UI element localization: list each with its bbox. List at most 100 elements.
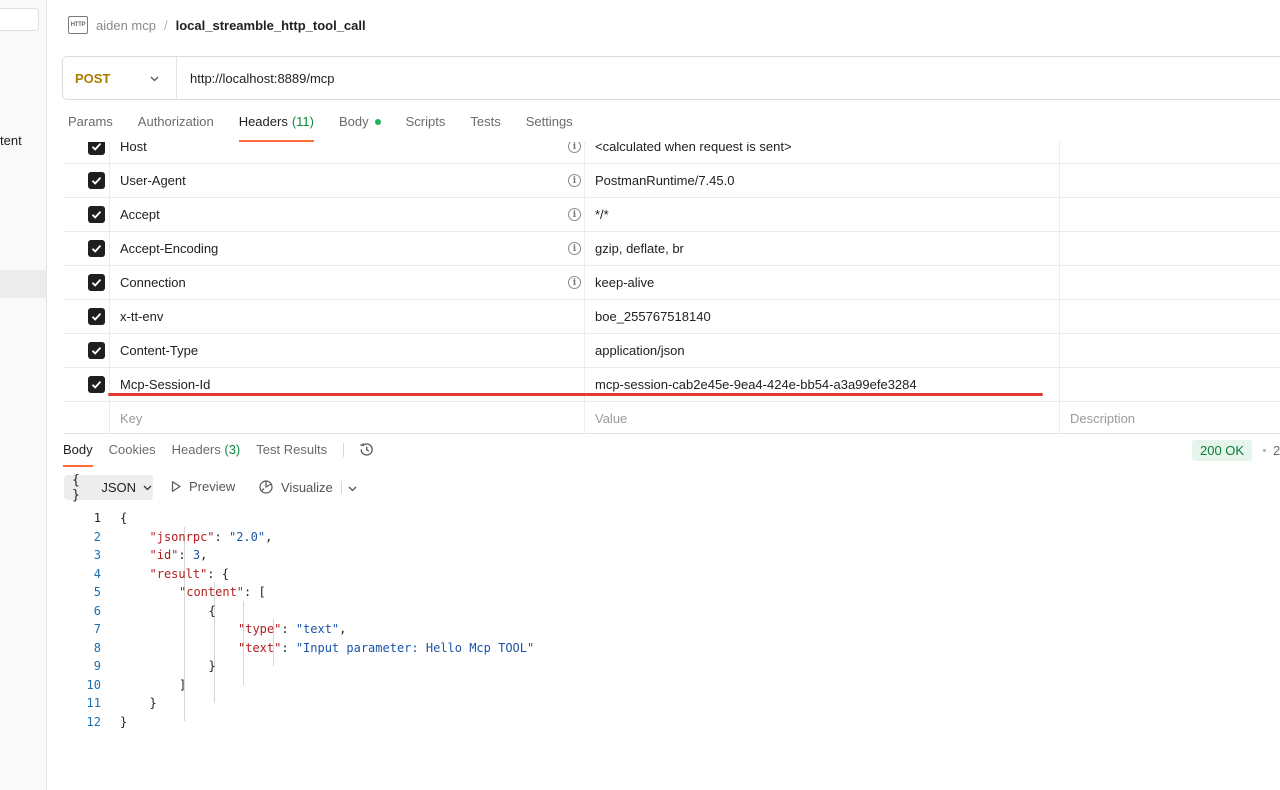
- header-value-cell[interactable]: PostmanRuntime/7.45.0: [585, 164, 1060, 197]
- format-select[interactable]: { } JSON: [64, 473, 153, 503]
- header-value-cell[interactable]: */*: [585, 198, 1060, 231]
- header-key-cell[interactable]: Host i: [110, 142, 585, 163]
- header-value-cell[interactable]: gzip, deflate, br: [585, 232, 1060, 265]
- header-description-cell[interactable]: [1060, 164, 1280, 197]
- json-punctuation: :: [178, 548, 193, 562]
- preview-button[interactable]: Preview: [170, 479, 235, 494]
- code-line: 8 "text": "Input parameter: Hello Mcp TOO…: [63, 639, 763, 658]
- code-line: 1{: [63, 509, 763, 528]
- info-icon[interactable]: i: [568, 208, 581, 221]
- header-row: Content-Type application/json: [63, 334, 1280, 368]
- json-key: "content": [179, 585, 245, 599]
- header-value-cell[interactable]: mcp-session-cab2e45e-9ea4-424e-bb54-a3a9…: [585, 368, 1060, 401]
- header-description-cell[interactable]: [1060, 300, 1280, 333]
- visualize-button[interactable]: Visualize: [258, 479, 333, 495]
- header-row: Accept i */*: [63, 198, 1280, 232]
- header-value-cell[interactable]: boe_255767518140: [585, 300, 1060, 333]
- header-value: mcp-session-cab2e45e-9ea4-424e-bb54-a3a9…: [595, 377, 917, 392]
- check-icon: [91, 210, 102, 219]
- header-enabled-checkbox[interactable]: [88, 206, 105, 223]
- header-value-cell[interactable]: application/json: [585, 334, 1060, 367]
- header-key-cell[interactable]: Accept-Encoding i: [110, 232, 585, 265]
- header-enabled-cell: [63, 368, 110, 401]
- header-key-cell[interactable]: User-Agent i: [110, 164, 585, 197]
- header-key-cell[interactable]: Key: [110, 402, 585, 433]
- tab-tests[interactable]: Tests: [470, 114, 500, 142]
- json-number: 3: [192, 548, 201, 562]
- header-value-cell[interactable]: Value: [585, 402, 1060, 433]
- header-key: Host: [120, 142, 147, 154]
- code-line: 5 "content": [: [63, 583, 763, 602]
- header-key-cell[interactable]: x-tt-env: [110, 300, 585, 333]
- tab-headers[interactable]: Headers (11): [238, 114, 315, 142]
- header-description-cell[interactable]: Description: [1060, 402, 1280, 433]
- description-placeholder: Description: [1070, 411, 1136, 426]
- tab-response-body[interactable]: Body: [63, 442, 93, 467]
- sidebar-item-label[interactable]: tent: [0, 133, 22, 148]
- tab-body[interactable]: Body: [339, 114, 381, 142]
- code-text: "type": "text",: [238, 620, 346, 639]
- json-punctuation: }: [120, 714, 128, 729]
- header-key-cell[interactable]: Connection i: [110, 266, 585, 299]
- info-icon[interactable]: i: [568, 276, 581, 289]
- code-line: 6{: [63, 602, 763, 621]
- breadcrumb: HTTP aiden mcp / local_streamble_http_to…: [68, 15, 366, 35]
- json-string: "2.0": [228, 529, 266, 544]
- header-enabled-checkbox[interactable]: [88, 376, 105, 393]
- method-select[interactable]: POST: [63, 57, 177, 99]
- tab-authorization[interactable]: Authorization: [138, 114, 214, 142]
- json-punctuation: ,: [339, 622, 347, 636]
- header-value: boe_255767518140: [595, 309, 711, 324]
- history-icon[interactable]: [358, 441, 375, 458]
- sidebar-search-input[interactable]: [0, 8, 39, 31]
- tab-settings[interactable]: Settings: [526, 114, 573, 142]
- sidebar: tent: [0, 0, 47, 790]
- code-text: }: [150, 694, 157, 713]
- headers-table: Host i <calculated when request is sent> Us…: [63, 142, 1280, 434]
- tab-test-results[interactable]: Test Results: [256, 442, 327, 467]
- info-icon[interactable]: i: [568, 242, 581, 255]
- header-description-cell[interactable]: [1060, 142, 1280, 163]
- header-description-cell[interactable]: [1060, 198, 1280, 231]
- header-enabled-checkbox[interactable]: [88, 172, 105, 189]
- header-enabled-checkbox[interactable]: [88, 274, 105, 291]
- sidebar-item-active[interactable]: [0, 270, 46, 298]
- info-icon[interactable]: i: [568, 142, 581, 153]
- header-value-cell[interactable]: keep-alive: [585, 266, 1060, 299]
- code-text: }: [209, 657, 216, 676]
- json-string: "Input parameter: Hello Mcp TOOL": [295, 640, 535, 655]
- json-punctuation: }: [149, 696, 157, 710]
- header-enabled-checkbox[interactable]: [88, 342, 105, 359]
- header-key: x-tt-env: [120, 309, 164, 324]
- header-enabled-checkbox[interactable]: [88, 142, 105, 155]
- tab-scripts[interactable]: Scripts: [406, 114, 446, 142]
- header-row: Connection i keep-alive: [63, 266, 1280, 300]
- header-description-cell[interactable]: [1060, 266, 1280, 299]
- body-modified-dot: [374, 119, 381, 125]
- header-value-cell[interactable]: <calculated when request is sent>: [585, 142, 1060, 163]
- tab-response-headers[interactable]: Headers (3): [172, 442, 241, 467]
- header-description-cell[interactable]: [1060, 334, 1280, 367]
- url-input[interactable]: http://localhost:8889/mcp: [177, 71, 335, 86]
- check-icon: [91, 176, 102, 185]
- tab-params[interactable]: Params: [68, 114, 113, 142]
- info-icon[interactable]: i: [568, 174, 581, 187]
- header-enabled-checkbox[interactable]: [88, 240, 105, 257]
- chevron-down-icon[interactable]: [347, 483, 358, 494]
- tab-label: Params: [68, 114, 113, 129]
- code-text: ]: [179, 676, 186, 695]
- header-value: gzip, deflate, br: [595, 241, 684, 256]
- request-title[interactable]: local_streamble_http_tool_call: [176, 18, 366, 33]
- response-body-viewer[interactable]: 1{2 "jsonrpc": "2.0", 3 "id": 3, 4 "result": …: [63, 509, 763, 731]
- breadcrumb-collection[interactable]: aiden mcp: [96, 18, 156, 33]
- json-punctuation: }: [208, 659, 216, 673]
- header-description-cell[interactable]: [1060, 232, 1280, 265]
- header-enabled-checkbox[interactable]: [88, 308, 105, 325]
- tab-cookies[interactable]: Cookies: [109, 442, 156, 467]
- header-key-cell[interactable]: Content-Type: [110, 334, 585, 367]
- header-key-cell[interactable]: Mcp-Session-Id: [110, 368, 585, 401]
- url-bar: POST http://localhost:8889/mcp: [62, 56, 1280, 100]
- header-description-cell[interactable]: [1060, 368, 1280, 401]
- status-badge[interactable]: 200 OK: [1192, 440, 1253, 461]
- header-key-cell[interactable]: Accept i: [110, 198, 585, 231]
